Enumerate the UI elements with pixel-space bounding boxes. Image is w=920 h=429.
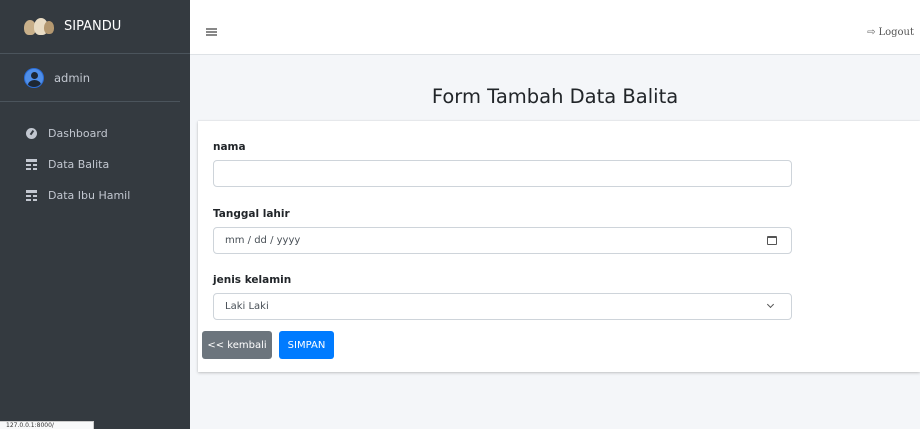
dashboard-icon — [26, 128, 37, 139]
sidebar: SIPANDU admin Dashboard Data Balita Data… — [0, 0, 190, 429]
status-bar-url: 127.0.0.1:8000/ — [0, 421, 94, 429]
tanggal-lahir-input[interactable]: mm / dd / yyyy — [213, 227, 792, 254]
brand-text: SIPANDU — [64, 19, 122, 34]
page-title: Form Tambah Data Balita — [431, 85, 679, 108]
table-icon — [26, 190, 37, 201]
logout-label: Logout — [878, 27, 914, 38]
tanggal-lahir-label: Tanggal lahir — [213, 208, 290, 220]
nama-input[interactable] — [213, 160, 792, 187]
hamburger-icon[interactable] — [206, 28, 217, 30]
calendar-icon[interactable] — [767, 236, 777, 245]
user-name: admin — [54, 70, 91, 85]
brand-logo — [22, 17, 58, 37]
jenis-kelamin-select[interactable]: Laki Laki — [213, 293, 792, 320]
tanggal-lahir-placeholder: mm / dd / yyyy — [225, 235, 301, 246]
user-avatar-icon — [24, 67, 44, 88]
sidebar-nav: Dashboard Data Balita Data Ibu Hamil — [0, 102, 190, 211]
jenis-kelamin-value: Laki Laki — [225, 301, 269, 312]
brand-link[interactable]: SIPANDU — [0, 0, 190, 54]
sign-out-icon: ⇨ — [867, 27, 876, 38]
sidebar-item-label: Data Ibu Hamil — [48, 189, 131, 202]
back-button[interactable]: << kembali — [202, 331, 272, 359]
jenis-kelamin-label: jenis kelamin — [213, 274, 292, 286]
sidebar-item-label: Data Balita — [48, 158, 110, 171]
user-panel[interactable]: admin — [0, 54, 180, 102]
sidebar-item-data-balita[interactable]: Data Balita — [0, 149, 190, 180]
top-navbar: ⇨ Logout — [190, 0, 920, 55]
table-icon — [26, 159, 37, 170]
sidebar-item-label: Dashboard — [48, 127, 108, 140]
sidebar-item-dashboard[interactable]: Dashboard — [0, 118, 190, 149]
chevron-down-icon — [766, 300, 775, 309]
sidebar-item-data-ibu-hamil[interactable]: Data Ibu Hamil — [0, 180, 190, 211]
nama-label: nama — [213, 141, 246, 153]
save-button[interactable]: SIMPAN — [279, 331, 334, 359]
content-header: Form Tambah Data Balita — [190, 55, 920, 121]
logout-link[interactable]: ⇨ Logout — [867, 27, 914, 38]
